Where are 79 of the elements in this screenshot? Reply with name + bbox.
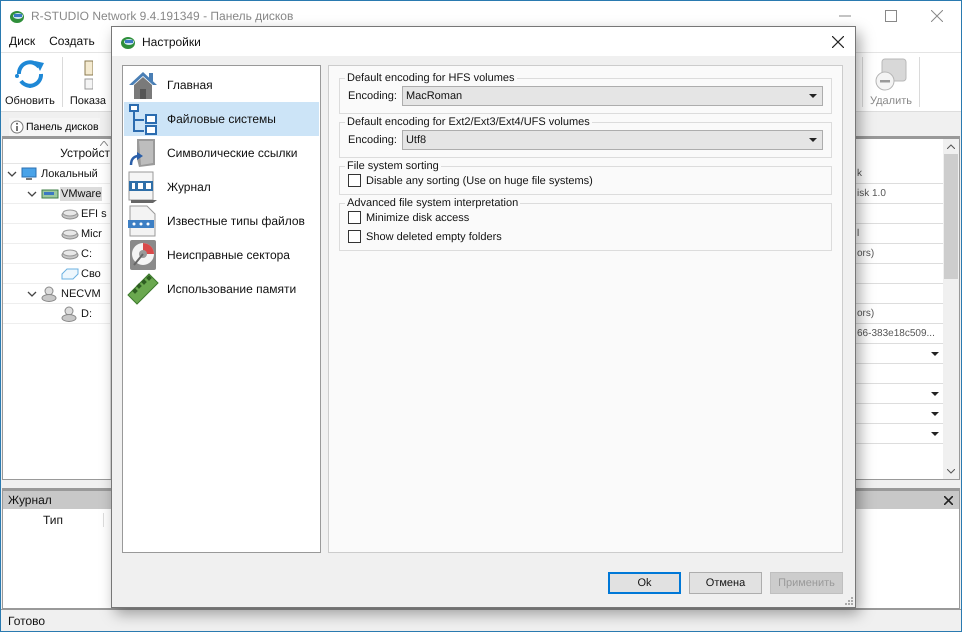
settings-category[interactable]: Файловые системы [124, 102, 319, 136]
house-icon [127, 69, 159, 101]
property-value: l [857, 228, 860, 239]
window-title: R-STUDIO Network 9.4.191349 - Панель дисков [31, 8, 294, 22]
settings-category[interactable]: Использование памяти [124, 272, 319, 306]
tree-item[interactable]: C: [80, 246, 93, 260]
disk-platter-icon [127, 239, 159, 271]
maximize-icon[interactable] [885, 10, 897, 22]
toolbar-button[interactable]: Обновить [1, 53, 59, 111]
tree-item[interactable]: D: [80, 306, 93, 320]
checkbox-label: Minimize disk access [366, 212, 470, 224]
computer-icon [21, 166, 37, 182]
group-title: Default encoding for HFS volumes [346, 72, 516, 84]
info-icon [10, 120, 24, 134]
checkbox[interactable] [348, 174, 361, 187]
checkbox-label: Disable any sorting (Use on huge file systems) [366, 174, 593, 186]
property-value: 66-383e18c509... [857, 328, 935, 339]
chevron-icon[interactable] [27, 188, 37, 198]
field-label: Encoding: [348, 134, 397, 146]
dropdown-arrow-icon[interactable] [931, 352, 939, 356]
field-label: Encoding: [348, 90, 397, 102]
group-title: Advanced file system interpretation [346, 197, 520, 209]
checkbox[interactable] [348, 211, 361, 224]
tree-item[interactable]: Micr [80, 226, 103, 240]
drive-icon [61, 248, 79, 260]
hard-drive-icon [41, 186, 59, 200]
checkbox[interactable] [348, 230, 361, 243]
tree-item[interactable]: VMware [60, 186, 102, 200]
column-header[interactable]: Устройст [60, 146, 110, 160]
property-value: ors) [857, 248, 874, 259]
dropdown-arrow-icon[interactable] [931, 412, 939, 416]
chevron-icon[interactable] [7, 168, 17, 178]
chevron-icon[interactable] [27, 288, 37, 298]
column-header[interactable]: Тип [3, 513, 104, 527]
property-value: ors) [857, 308, 874, 319]
document-icon [82, 59, 93, 91]
menu-item[interactable]: Диск [9, 34, 36, 48]
dialog-title: Настройки [142, 34, 201, 48]
scroll-up-icon[interactable] [947, 144, 955, 149]
dropdown-arrow-icon[interactable] [809, 138, 817, 142]
sort-icon [100, 141, 108, 146]
tree-item[interactable]: Локальный [40, 166, 99, 180]
tree-item[interactable]: Сво [80, 266, 102, 280]
settings-category[interactable]: Журнал [124, 170, 319, 204]
group-title: File system sorting [346, 160, 440, 172]
memory-module-icon [127, 273, 159, 305]
encoding-dropdown[interactable]: Utf8 [402, 130, 823, 150]
close-icon[interactable] [944, 496, 953, 504]
status-text: Готово [8, 614, 46, 628]
dropdown-arrow-icon[interactable] [931, 392, 939, 396]
settings-category[interactable]: Неисправные сектора [124, 238, 319, 272]
encoding-dropdown[interactable]: MacRoman [402, 86, 823, 106]
dropdown-arrow-icon[interactable] [931, 432, 939, 436]
log-file-icon [127, 171, 159, 203]
toolbar-button[interactable]: Показа [66, 53, 110, 111]
menu-item[interactable]: Создать [49, 34, 95, 48]
free-space-icon [61, 268, 79, 280]
dropdown-arrow-icon[interactable] [809, 94, 817, 98]
close-icon[interactable] [832, 36, 844, 48]
tree-item[interactable]: EFI s [80, 206, 108, 220]
settings-category[interactable]: Главная [124, 68, 319, 102]
panel-title: Журнал [8, 493, 52, 507]
group-title: Default encoding for Ext2/Ext3/Ext4/UFS volumes [346, 116, 591, 128]
tree-item[interactable]: NECVM [60, 286, 102, 300]
property-value: k [857, 168, 862, 179]
resize-grip-icon[interactable] [844, 596, 853, 605]
property-value: isk 1.0 [857, 188, 886, 199]
drive-icon [61, 228, 79, 240]
panel-tab[interactable]: Панель дисков [9, 118, 100, 136]
drive-remove-icon [874, 57, 908, 91]
tree-structure-icon [127, 103, 159, 135]
scrollbar[interactable] [943, 139, 959, 479]
scroll-down-icon[interactable] [947, 469, 955, 474]
settings-category[interactable]: Символические ссылки [124, 136, 319, 170]
checkbox-label: Show deleted empty folders [366, 230, 502, 242]
dialog-button[interactable]: Ok [608, 572, 681, 594]
dialog-button[interactable]: Отмена [689, 572, 762, 594]
settings-category[interactable]: Известные типы файлов [124, 204, 319, 238]
drive-icon [61, 208, 79, 220]
